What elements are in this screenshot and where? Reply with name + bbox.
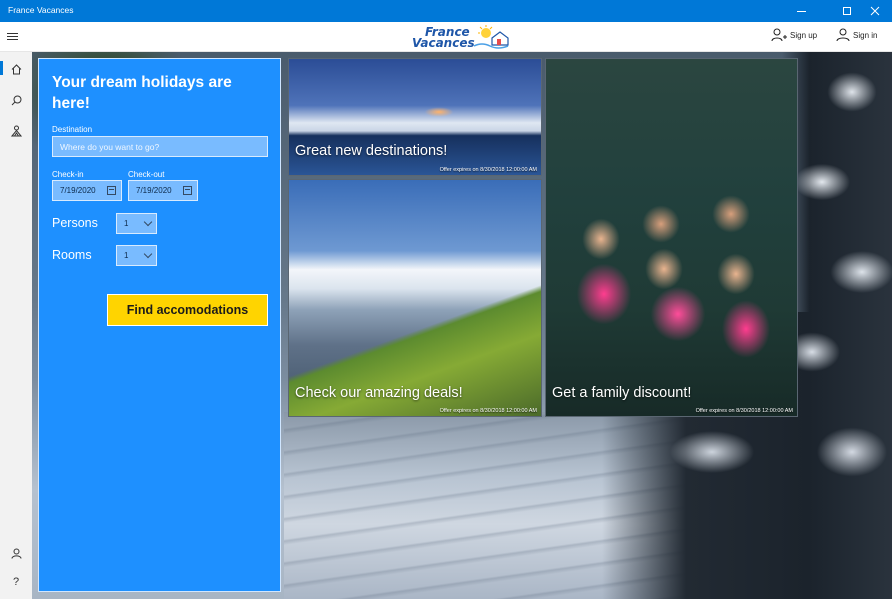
close-button[interactable] — [858, 0, 892, 22]
hamburger-line — [7, 39, 18, 40]
add-user-icon — [771, 28, 787, 42]
nav-home-button[interactable] — [9, 62, 23, 76]
hamburger-line — [7, 36, 18, 37]
persons-select[interactable]: 1 — [116, 213, 157, 234]
promo-tile-destinations[interactable]: Great new destinations! Offer expires on… — [288, 58, 542, 176]
sign-in-button[interactable]: Sign in — [836, 26, 877, 44]
promo-caption: Great new destinations! — [295, 143, 448, 159]
checkout-date-value: 7/19/2020 — [136, 186, 172, 195]
promo-expiry: Offer expires on 8/30/2018 12:00:00 AM — [695, 408, 793, 414]
window-title: France Vacances — [8, 5, 74, 15]
account-icon — [11, 548, 21, 559]
calendar-icon — [107, 186, 116, 195]
destination-input[interactable] — [52, 136, 268, 157]
hamburger-line — [7, 33, 18, 34]
home-icon — [11, 63, 21, 74]
france-vacances-logo[interactable]: France Vacances — [410, 23, 514, 51]
chevron-down-icon — [143, 217, 153, 227]
nav-account-button[interactable] — [9, 546, 23, 560]
destination-label: Destination — [52, 125, 93, 134]
chevron-down-icon — [143, 249, 153, 259]
nav-search-button[interactable] — [9, 93, 23, 107]
logo-line-2: Vacances — [412, 36, 475, 50]
calendar-icon — [183, 186, 192, 195]
promo-tile-family[interactable]: Get a family discount! Offer expires on … — [545, 58, 798, 417]
panel-heading: Your dream holidays are here! — [52, 74, 232, 112]
selected-indicator — [0, 61, 3, 75]
search-icon — [11, 95, 21, 105]
persons-value: 1 — [124, 219, 129, 228]
checkin-label: Check-in — [52, 170, 84, 179]
find-accommodations-button[interactable]: Find accomodations — [107, 294, 268, 326]
rooms-select[interactable]: 1 — [116, 245, 157, 266]
user-icon — [836, 28, 850, 42]
checkout-date-picker[interactable]: 7/19/2020 — [128, 180, 198, 201]
sign-in-label: Sign in — [853, 30, 878, 40]
navigation-rail: ? — [0, 52, 32, 599]
nav-help-button[interactable]: ? — [9, 575, 23, 589]
persons-label: Persons — [52, 216, 98, 230]
checkin-date-picker[interactable]: 7/19/2020 — [52, 180, 122, 201]
rooms-value: 1 — [124, 251, 129, 260]
promo-expiry: Offer expires on 8/30/2018 12:00:00 AM — [439, 408, 537, 414]
window-titlebar: France Vacances — [0, 0, 892, 22]
help-icon: ? — [12, 576, 20, 588]
trip-icon — [10, 125, 22, 137]
nav-trips-button[interactable] — [9, 124, 23, 138]
maximize-icon — [843, 7, 851, 15]
booking-panel: Your dream holidays are here! Destinatio… — [38, 58, 281, 592]
minimize-button[interactable] — [784, 0, 818, 22]
logo-sun-house-icon — [473, 25, 509, 49]
promo-expiry: Offer expires on 8/30/2018 12:00:00 AM — [439, 167, 537, 173]
sign-up-button[interactable]: Sign up — [771, 26, 817, 44]
checkin-date-value: 7/19/2020 — [60, 186, 96, 195]
close-icon — [870, 6, 880, 16]
promo-caption: Check our amazing deals! — [295, 385, 463, 401]
sign-up-label: Sign up — [790, 30, 818, 40]
snowy-tree — [782, 52, 892, 599]
minimize-icon — [796, 10, 806, 12]
promo-caption: Get a family discount! — [552, 385, 692, 401]
promo-tile-deals[interactable]: Check our amazing deals! Offer expires o… — [288, 179, 542, 417]
rooms-label: Rooms — [52, 248, 92, 262]
hamburger-menu-button[interactable] — [7, 31, 25, 45]
checkout-label: Check-out — [128, 170, 165, 179]
app-header: France Vacances Sign up Sign in — [0, 22, 892, 52]
